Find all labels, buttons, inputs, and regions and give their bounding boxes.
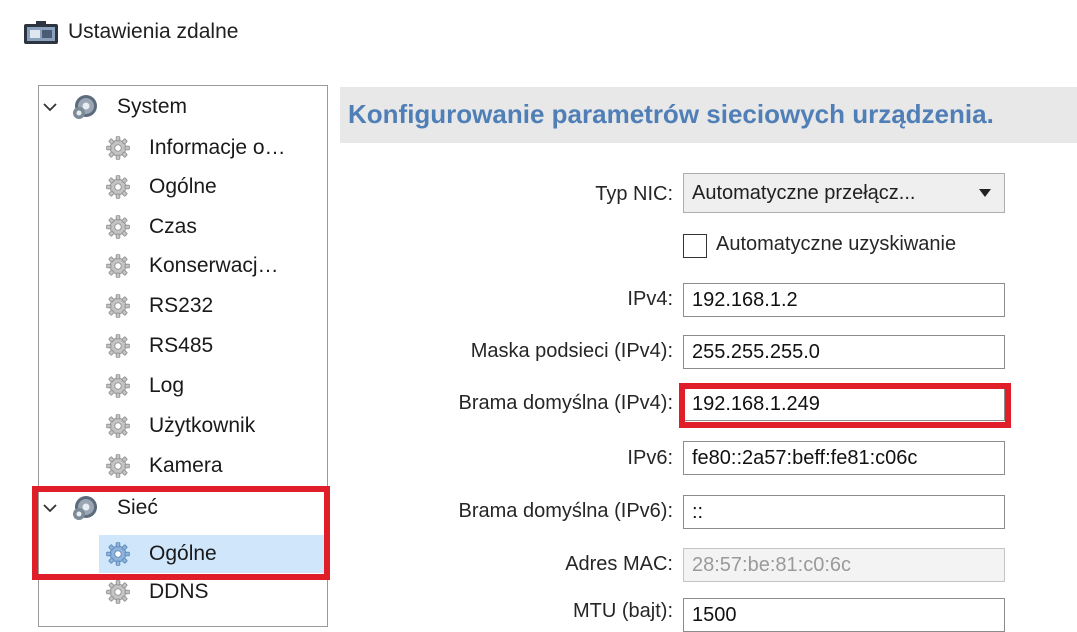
gear-icon [105, 579, 131, 605]
gear-icon [105, 253, 131, 279]
tree-item-label: Konserwacj… [149, 254, 279, 277]
tree-item-label: DDNS [149, 580, 209, 603]
dropdown-arrow-icon [979, 189, 991, 197]
panel-title: Konfigurowanie parametrów sieciowych urz… [348, 99, 994, 129]
chevron-down-icon[interactable] [42, 500, 58, 516]
tree-item-label: RS232 [149, 294, 214, 317]
tree-item-label: Ogólne [149, 542, 217, 565]
tree-item-ddns[interactable]: DDNS [99, 573, 327, 611]
tree-item-time[interactable]: Czas [99, 208, 327, 246]
auto-obtain-checkbox[interactable] [683, 234, 707, 258]
window-title: Ustawienia zdalne [68, 20, 239, 43]
gear-icon [105, 453, 131, 479]
tree-item-maintenance[interactable]: Konserwacj… [99, 247, 327, 285]
tree-item-network-general[interactable]: Ogólne [99, 535, 327, 573]
tree-item-log[interactable]: Log [99, 367, 327, 405]
nic-type-label: Typ NIC: [595, 183, 673, 205]
subnet-mask-field[interactable]: 255.255.255.0 [683, 335, 1005, 369]
ipv4-label: IPv4: [627, 288, 673, 310]
network-gears-icon [71, 494, 99, 522]
gear-icon [105, 214, 131, 240]
tree-item-user[interactable]: Użytkownik [99, 407, 327, 445]
gear-icon [105, 135, 131, 161]
tree-group-label: Sieć [117, 496, 158, 519]
mtu-label: MTU (bajt): [573, 600, 673, 622]
tree-group-network[interactable]: Sieć [39, 489, 327, 527]
mtu-field[interactable]: 1500 [683, 598, 1005, 632]
gateway-ipv4-label: Brama domyślna (IPv4): [458, 392, 673, 414]
ipv4-field[interactable]: 192.168.1.2 [683, 283, 1005, 317]
mac-address-field: 28:57:be:81:c0:6c [683, 548, 1005, 582]
nic-type-value: Automatyczne przełącz... [692, 182, 916, 204]
gear-icon [105, 413, 131, 439]
tree-item-label: Czas [149, 215, 197, 238]
gear-icon [105, 293, 131, 319]
gear-icon [105, 541, 131, 567]
nic-type-select[interactable]: Automatyczne przełącz... [683, 173, 1005, 213]
gateway-ipv4-field[interactable]: 192.168.1.249 [683, 387, 1005, 421]
auto-obtain-label: Automatyczne uzyskiwanie [716, 233, 957, 255]
system-gears-icon [71, 93, 99, 121]
gear-icon [105, 174, 131, 200]
chevron-down-icon[interactable] [42, 99, 58, 115]
gateway-ipv6-label: Brama domyślna (IPv6): [458, 500, 673, 522]
tree-item-camera[interactable]: Kamera [99, 447, 327, 485]
window-titlebar: Ustawienia zdalne [0, 0, 1077, 62]
gear-icon [105, 373, 131, 399]
ipv6-field[interactable]: fe80::2a57:beff:fe81:c06c [683, 441, 1005, 475]
tree-item-label: Informacje o… [149, 136, 286, 159]
tree-item-info[interactable]: Informacje o… [99, 129, 327, 167]
tree-group-label: System [117, 95, 188, 118]
gateway-ipv6-field[interactable]: :: [683, 495, 1005, 529]
tree-item-label: Ogólne [149, 175, 217, 198]
tree-item-rs232[interactable]: RS232 [99, 287, 327, 325]
tree-group-system[interactable]: System [39, 88, 327, 126]
tree-item-rs485[interactable]: RS485 [99, 327, 327, 365]
tree-item-label: Kamera [149, 454, 223, 477]
tree-item-label: Użytkownik [149, 414, 256, 437]
subnet-mask-label: Maska podsieci (IPv4): [470, 340, 673, 362]
remote-settings-app-icon [24, 21, 58, 45]
mac-address-label: Adres MAC: [565, 553, 673, 575]
tree-item-label: RS485 [149, 334, 214, 357]
panel-header: Konfigurowanie parametrów sieciowych urz… [340, 87, 1077, 143]
tree-item-general[interactable]: Ogólne [99, 168, 327, 206]
gear-icon [105, 333, 131, 359]
ipv6-label: IPv6: [627, 447, 673, 469]
tree-item-label: Log [149, 374, 185, 397]
settings-tree[interactable]: System Informacje o… Ogólne Czas Konserw… [38, 85, 328, 627]
